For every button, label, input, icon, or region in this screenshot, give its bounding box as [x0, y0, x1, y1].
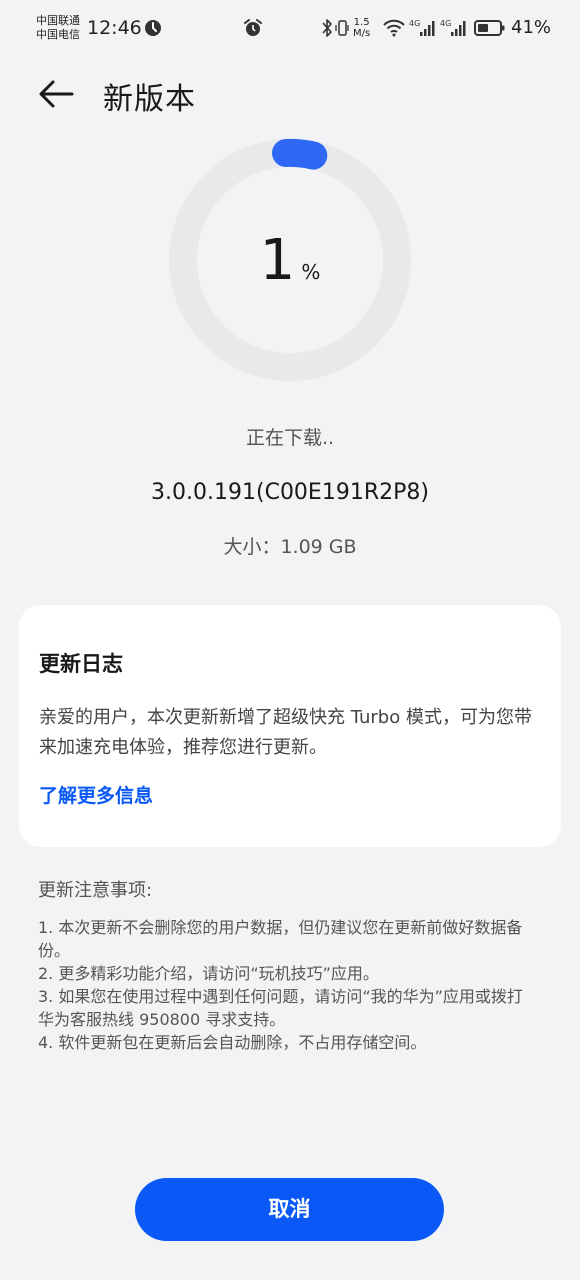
signal-4g-icon: 4G	[409, 19, 435, 36]
bluetooth-icon	[322, 19, 332, 37]
status-time: 12:46	[87, 17, 142, 39]
notes-item: 3. 如果您在使用过程中遇到任何问题，请访问“我的华为”应用或拨打华为客服热线 …	[38, 987, 523, 1029]
changelog-title: 更新日志	[39, 652, 123, 676]
cancel-button[interactable]: 取消	[135, 1178, 444, 1241]
progress-number: 1	[259, 228, 296, 293]
progress-indicator	[272, 138, 328, 170]
status-bar: 中国联通 中国电信 12:46 1.5 M/s 4G 4G 41%	[0, 0, 580, 56]
back-button[interactable]	[34, 72, 78, 116]
notes-list: 1. 本次更新不会删除您的用户数据，但仍建议您在更新前做好数据备份。 2. 更多…	[38, 916, 538, 1054]
network-speed-value: 1.5	[353, 17, 370, 28]
carrier-2: 中国电信	[36, 28, 80, 41]
notes-title: 更新注意事项:	[38, 880, 153, 901]
notes-item: 2. 更多精彩功能介绍，请访问“玩机技巧”应用。	[38, 964, 379, 983]
changelog-card: 更新日志 亲爱的用户，本次更新新增了超级快充 Turbo 模式，可为您带来加速充…	[19, 605, 561, 847]
alarm-icon	[244, 19, 262, 36]
progress-unit: %	[301, 260, 321, 284]
progress-percentage: 1%	[167, 228, 413, 293]
back-arrow-icon	[39, 80, 74, 108]
svg-text:4G: 4G	[409, 19, 420, 28]
page-title: 新版本	[103, 82, 196, 117]
package-size: 大小：1.09 GB	[223, 536, 357, 558]
battery-icon	[474, 20, 505, 36]
download-status: 正在下载..	[245, 427, 335, 449]
wifi-icon	[383, 19, 405, 37]
battery-percent: 41%	[511, 17, 552, 38]
changelog-body: 亲爱的用户，本次更新新增了超级快充 Turbo 模式，可为您带来加速充电体验，推…	[39, 707, 532, 758]
notes-item: 1. 本次更新不会删除您的用户数据，但仍建议您在更新前做好数据备份。	[38, 918, 523, 960]
network-speed: 1.5 M/s	[353, 17, 370, 39]
vibrate-icon	[335, 20, 349, 36]
signal-4g-icon: 4G	[440, 19, 466, 36]
network-speed-unit: M/s	[353, 28, 371, 39]
carrier-1: 中国联通	[36, 14, 80, 27]
do-not-disturb-icon	[145, 20, 161, 36]
svg-text:4G: 4G	[440, 19, 451, 28]
learn-more-link[interactable]: 了解更多信息	[39, 781, 153, 808]
carrier-labels: 中国联通 中国电信	[36, 14, 80, 42]
notes-item: 4. 软件更新包在更新后会自动删除，不占用存储空间。	[38, 1033, 427, 1052]
version-number: 3.0.0.191(C00E191R2P8)	[151, 480, 429, 505]
